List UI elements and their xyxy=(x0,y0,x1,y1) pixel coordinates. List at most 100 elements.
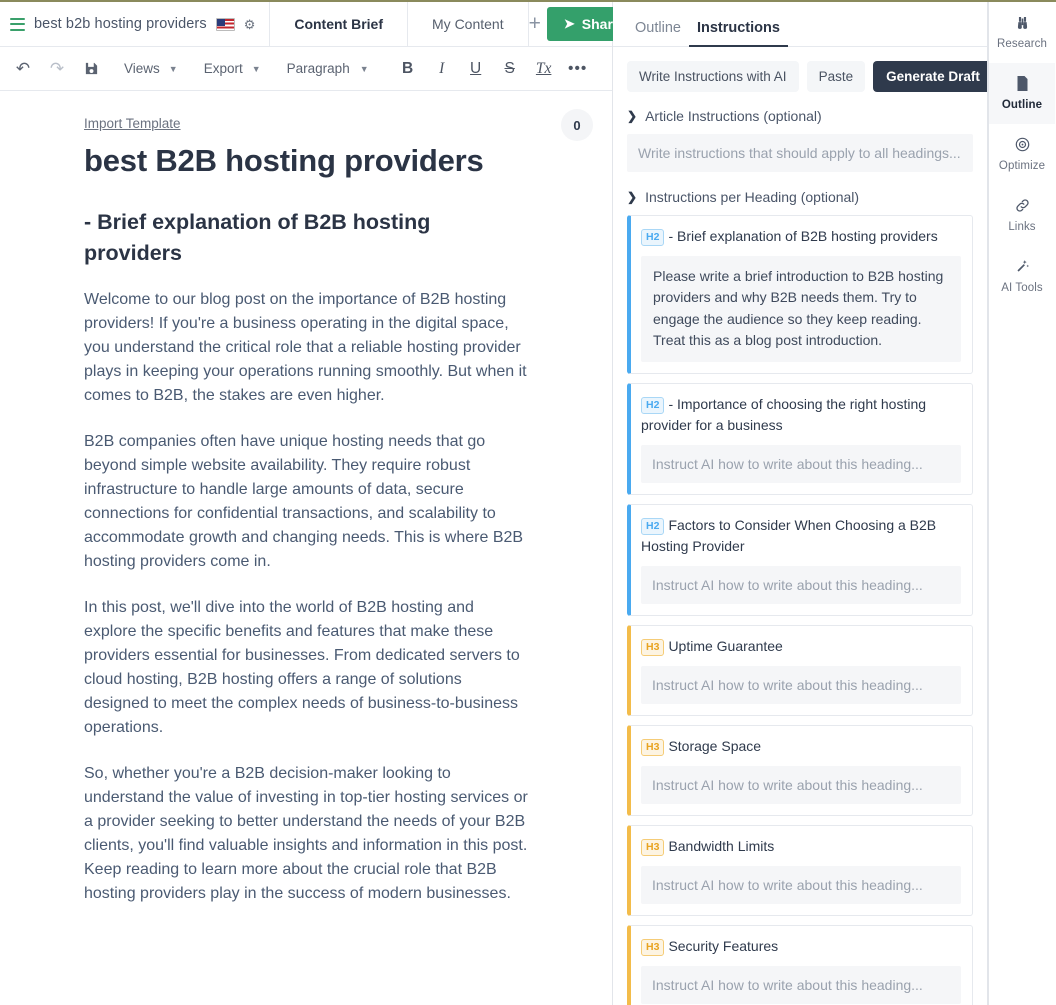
undo-icon[interactable]: ↶ xyxy=(6,52,40,86)
document-title-group: best b2b hosting providers ⚙ xyxy=(0,2,271,46)
more-options-icon[interactable]: ••• xyxy=(561,52,595,86)
heading-instruction-card: H3 Uptime Guarantee Instruct AI how to wr… xyxy=(627,625,973,717)
heading-card-title: H3 Storage Space xyxy=(641,736,961,757)
instructions-panel: Outline Instructions Write Instructions … xyxy=(613,2,988,1005)
heading-card-title-text: - Importance of choosing the right hosti… xyxy=(641,396,927,434)
heading-card-title-text: - Brief explanation of B2B hosting provi… xyxy=(668,228,938,244)
document-h1[interactable]: best B2B hosting providers xyxy=(84,142,528,179)
views-label: Views xyxy=(124,61,160,76)
tab-my-content[interactable]: My Content xyxy=(408,2,529,46)
rail-item-label: Optimize xyxy=(998,160,1046,172)
document-h2[interactable]: - Brief explanation of B2B hosting provi… xyxy=(84,207,528,268)
generate-draft-label: Generate Draft xyxy=(886,69,980,84)
magic-wand-icon xyxy=(1015,259,1030,277)
main-layout: best b2b hosting providers ⚙ Content Bri… xyxy=(0,2,1056,1005)
app-root: best b2b hosting providers ⚙ Content Bri… xyxy=(0,0,1056,1005)
import-template-link[interactable]: Import Template xyxy=(84,116,181,131)
instructions-action-buttons: Write Instructions with AI Paste Generat… xyxy=(627,61,987,92)
right-rail: Research Outline Optimize Links AI Tools xyxy=(988,2,1055,1005)
paste-button[interactable]: Paste xyxy=(806,61,866,92)
per-heading-label: Instructions per Heading (optional) xyxy=(645,189,860,205)
article-instructions-section-header[interactable]: ❯ Article Instructions (optional) xyxy=(627,108,973,124)
word-count-badge: 0 xyxy=(561,109,593,141)
instructions-scroll-area[interactable]: Write Instructions with AI Paste Generat… xyxy=(613,47,987,1005)
link-icon xyxy=(1015,198,1030,216)
chevron-down-icon: ▼ xyxy=(251,63,261,74)
heading-card-title: H2 Factors to Consider When Choosing a B2… xyxy=(641,515,961,557)
heading-instruction-input[interactable]: Instruct AI how to write about this head… xyxy=(641,866,961,905)
panel-tabs: Outline Instructions xyxy=(613,2,987,47)
heading-instruction-input[interactable]: Instruct AI how to write about this head… xyxy=(641,666,961,705)
strikethrough-button[interactable]: S xyxy=(493,52,527,86)
heading-card-title-text: Factors to Consider When Choosing a B2B … xyxy=(641,517,937,555)
heading-card-title-text: Bandwidth Limits xyxy=(668,838,775,855)
heading-card-title-text: Uptime Guarantee xyxy=(668,638,783,655)
tab-outline[interactable]: Outline xyxy=(627,20,689,46)
document-icon xyxy=(1016,76,1029,94)
document-paragraph[interactable]: In this post, we'll dive into the world … xyxy=(84,596,528,740)
binoculars-icon xyxy=(1015,16,1030,33)
rail-item-links[interactable]: Links xyxy=(989,185,1055,246)
bold-button[interactable]: B xyxy=(391,52,425,86)
export-label: Export xyxy=(203,61,243,76)
heading-instruction-card: H2- Importance of choosing the right hos… xyxy=(627,383,973,496)
heading-level-badge: H3 xyxy=(641,838,665,856)
article-instructions-input[interactable]: Write instructions that should apply to … xyxy=(627,134,973,172)
heading-instruction-input[interactable]: Instruct AI how to write about this head… xyxy=(641,766,961,805)
hamburger-icon[interactable] xyxy=(10,17,25,31)
article-instructions-label: Article Instructions (optional) xyxy=(645,108,822,124)
chevron-right-icon: ❯ xyxy=(627,109,638,123)
chevron-right-icon: ❯ xyxy=(627,190,638,204)
gear-icon[interactable]: ⚙ xyxy=(244,18,256,31)
document-title[interactable]: best b2b hosting providers xyxy=(34,16,207,32)
share-icon: ➤ xyxy=(563,16,575,31)
italic-button[interactable]: I xyxy=(425,52,459,86)
save-icon[interactable] xyxy=(74,52,108,86)
per-heading-section-header[interactable]: ❯ Instructions per Heading (optional) xyxy=(627,189,973,205)
heading-instruction-card: H2 Factors to Consider When Choosing a B2… xyxy=(627,504,973,617)
chevron-down-icon: ▼ xyxy=(359,63,369,74)
underline-button[interactable]: U xyxy=(459,52,493,86)
rail-item-outline[interactable]: Outline xyxy=(989,63,1055,124)
heading-instruction-card: H2- Brief explanation of B2B hosting pro… xyxy=(627,215,973,375)
tab-instructions[interactable]: Instructions xyxy=(688,20,788,47)
heading-level-badge: H2 xyxy=(641,396,665,414)
paragraph-style-label: Paragraph xyxy=(286,61,350,76)
heading-instruction-input[interactable]: Instruct AI how to write about this head… xyxy=(641,966,961,1005)
heading-instruction-input[interactable]: Instruct AI how to write about this head… xyxy=(641,566,961,605)
paragraph-style-dropdown[interactable]: Paragraph ▼ xyxy=(277,52,379,86)
heading-instruction-input[interactable]: Instruct AI how to write about this head… xyxy=(641,445,961,484)
rail-item-ai-tools[interactable]: AI Tools xyxy=(989,246,1055,307)
heading-card-title-text: Storage Space xyxy=(668,738,762,755)
tab-content-brief[interactable]: Content Brief xyxy=(270,2,409,46)
heading-card-title: H3 Uptime Guarantee xyxy=(641,636,961,657)
heading-card-title: H3 Bandwidth Limits xyxy=(641,836,961,857)
redo-icon[interactable]: ↷ xyxy=(40,52,74,86)
clear-formatting-button[interactable]: Tx xyxy=(527,52,561,86)
document-scroll-area[interactable]: 0 Import Template best B2B hosting provi… xyxy=(0,91,612,1005)
heading-card-title: H3 Security Features xyxy=(641,936,961,957)
heading-card-title-text: Security Features xyxy=(668,938,779,955)
write-instructions-with-ai-button[interactable]: Write Instructions with AI xyxy=(627,61,799,92)
rail-item-label: Links xyxy=(1008,221,1036,233)
views-dropdown[interactable]: Views ▼ xyxy=(114,52,188,86)
add-tab-button[interactable]: + xyxy=(529,2,541,46)
document-paragraph[interactable]: So, whether you're a B2B decision-maker … xyxy=(84,762,528,906)
document-paragraph[interactable]: Welcome to our blog post on the importan… xyxy=(84,288,528,408)
document-content: 0 Import Template best B2B hosting provi… xyxy=(0,91,612,968)
editor-column: best b2b hosting providers ⚙ Content Bri… xyxy=(0,2,638,1005)
export-dropdown[interactable]: Export ▼ xyxy=(194,52,271,86)
rail-item-label: Research xyxy=(996,37,1048,50)
generate-draft-button[interactable]: Generate Draft → xyxy=(873,61,987,92)
us-flag-icon xyxy=(215,17,235,31)
heading-instruction-input[interactable]: Please write a brief introduction to B2B… xyxy=(641,256,961,363)
document-paragraph[interactable]: B2B companies often have unique hosting … xyxy=(84,430,528,574)
heading-card-title: H2- Brief explanation of B2B hosting pro… xyxy=(641,226,961,247)
editor-toolbar: ↶ ↷ Views ▼ Export ▼ Paragraph ▼ B I U S… xyxy=(0,47,612,91)
heading-instruction-card: H3 Storage Space Instruct AI how to write… xyxy=(627,725,973,817)
rail-item-optimize[interactable]: Optimize xyxy=(989,124,1055,185)
editor-header: best b2b hosting providers ⚙ Content Bri… xyxy=(0,2,638,47)
rail-item-research[interactable]: Research xyxy=(989,2,1055,63)
chevron-down-icon: ▼ xyxy=(168,63,178,74)
target-icon xyxy=(1015,137,1030,155)
